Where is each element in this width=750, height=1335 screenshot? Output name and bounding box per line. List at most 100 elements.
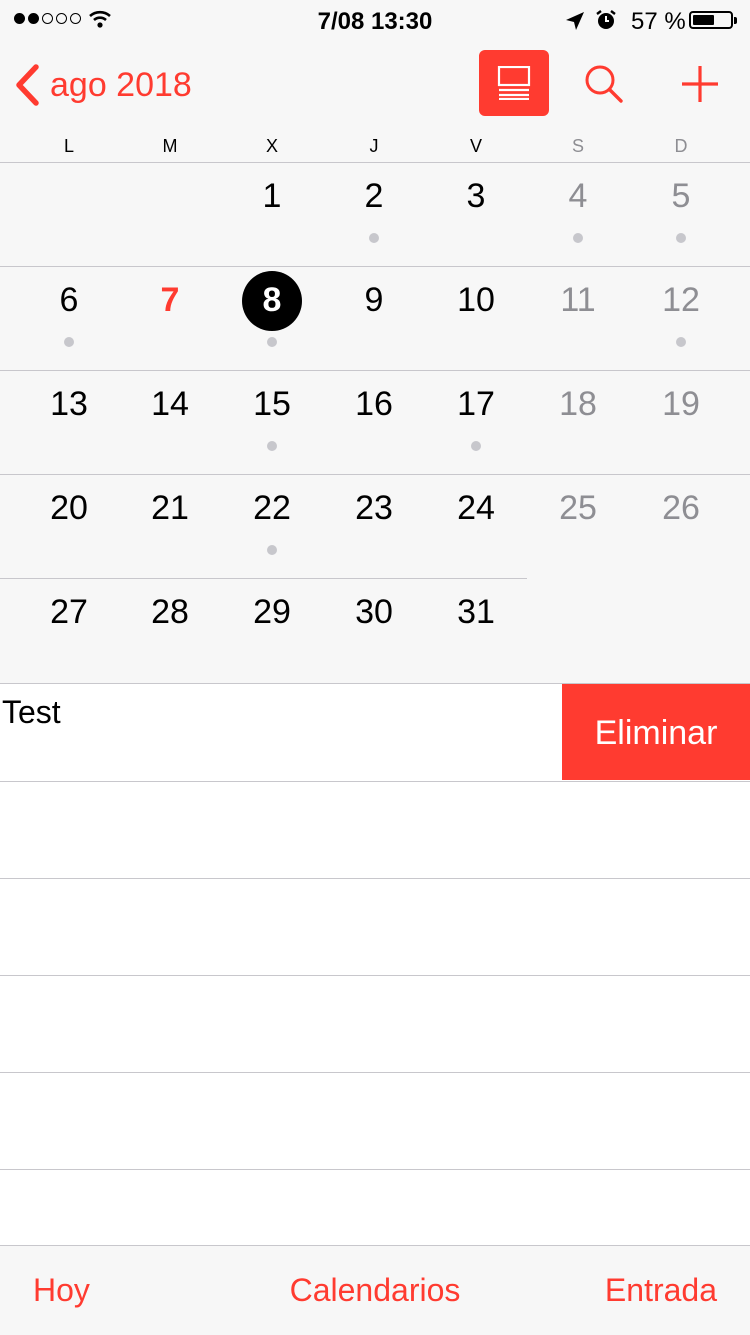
day-number: 7 [160,281,180,319]
day-number: 12 [662,281,700,319]
day-cell-24[interactable]: 24 [436,475,516,579]
day-cell-31[interactable]: 31 [436,579,516,683]
day-cell-2[interactable]: 2 [334,163,414,267]
event-indicator-dot [64,337,74,347]
today-tab-button[interactable]: Hoy [33,1272,90,1309]
day-cell-8[interactable]: 8 [232,267,312,371]
day-cell-11[interactable]: 11 [538,267,618,371]
day-cell-12[interactable]: 12 [641,267,721,371]
day-cell-26[interactable]: 26 [641,475,721,579]
alarm-clock-icon [596,10,616,29]
location-arrow-icon [566,12,584,30]
day-number: 17 [457,385,495,423]
weekday-label: L [63,136,74,156]
weekday-label: D [674,136,688,156]
search-button[interactable] [584,64,624,109]
day-cell-23[interactable]: 23 [334,475,414,579]
day-number: 1 [262,177,282,215]
day-number: 3 [466,177,486,215]
month-grid: 1 2 3 4 5 6 7 8 9 10 11 12 13 14 15 16 17 18 19 20 21 22 23 24 2… [0,163,750,683]
day-number: 14 [151,385,189,423]
event-indicator-dot [471,441,481,451]
day-cell-19[interactable]: 19 [641,371,721,475]
day-number: 31 [457,593,495,631]
search-icon [585,65,623,103]
add-event-button[interactable] [680,64,720,109]
day-number: 4 [568,177,588,215]
day-cell-13[interactable]: 13 [29,371,109,475]
day-cell-14[interactable]: 14 [130,371,210,475]
battery-percent: 57 % [631,8,686,35]
back-button-label: ago 2018 [50,65,192,104]
day-cell-5[interactable]: 5 [641,163,721,267]
day-cell-20[interactable]: 20 [29,475,109,579]
event-row[interactable]: Test Eliminar [0,684,750,782]
day-number: 26 [662,489,700,527]
day-number: 20 [50,489,88,527]
plus-icon [682,66,718,102]
weekday-header: LMXJVSD [0,128,750,163]
day-cell-25[interactable]: 25 [538,475,618,579]
event-indicator-dot [267,545,277,555]
tab-bar: Hoy Calendarios Entrada [0,1245,750,1335]
day-cell-15[interactable]: 15 [232,371,312,475]
day-number: 5 [671,177,691,215]
day-number: 22 [253,489,291,527]
day-number: 25 [559,489,597,527]
empty-list-row [0,975,750,1073]
day-cell-21[interactable]: 21 [130,475,210,579]
day-cell-10[interactable]: 10 [436,267,516,371]
day-cell-29[interactable]: 29 [232,579,312,683]
day-number: 11 [560,281,596,319]
list-view-toggle-button[interactable] [479,50,549,116]
day-cell-22[interactable]: 22 [232,475,312,579]
event-indicator-dot [676,337,686,347]
day-cell-16[interactable]: 16 [334,371,414,475]
day-cell-30[interactable]: 30 [334,579,414,683]
battery-icon [689,11,737,29]
day-cell-28[interactable]: 28 [130,579,210,683]
day-number: 15 [253,385,291,423]
empty-list-row [0,781,750,879]
day-number: 24 [457,489,495,527]
day-cell-7[interactable]: 7 [130,267,210,371]
event-indicator-dot [267,441,277,451]
empty-list-row [0,1072,750,1170]
empty-list-row [0,878,750,976]
weekday-label: M [162,136,178,156]
day-cell-1[interactable]: 1 [232,163,312,267]
day-number: 13 [50,385,88,423]
day-number: 23 [355,489,393,527]
day-number: 30 [355,593,393,631]
day-number: 8 [262,281,282,319]
event-indicator-dot [676,233,686,243]
day-cell-27[interactable]: 27 [29,579,109,683]
battery-fill [693,15,714,25]
back-to-year-button[interactable]: ago 2018 [14,64,192,106]
day-number: 29 [253,593,291,631]
day-cell-18[interactable]: 18 [538,371,618,475]
day-cell-6[interactable]: 6 [29,267,109,371]
weekday-label: J [369,136,379,156]
day-number: 10 [457,281,495,319]
day-cell-4[interactable]: 4 [538,163,618,267]
day-cell-9[interactable]: 9 [334,267,414,371]
chevron-left-icon [16,64,39,106]
day-number: 16 [355,385,393,423]
day-number: 28 [151,593,189,631]
event-indicator-dot [369,233,379,243]
delete-event-button[interactable]: Eliminar [562,684,750,780]
inbox-tab-button[interactable]: Entrada [605,1272,717,1309]
calendars-tab-button[interactable]: Calendarios [290,1272,461,1308]
day-number: 9 [364,281,384,319]
day-cell-3[interactable]: 3 [436,163,516,267]
weekday-label: S [571,136,584,156]
day-cell-17[interactable]: 17 [436,371,516,475]
day-number: 21 [151,489,189,527]
event-list: Test Eliminar [0,683,750,1267]
day-number: 18 [559,385,597,423]
day-number: 2 [364,177,384,215]
status-bar: 7/08 13:30 57 % [0,0,750,40]
nav-bar: ago 2018 [0,40,750,128]
list-view-icon [497,66,531,100]
